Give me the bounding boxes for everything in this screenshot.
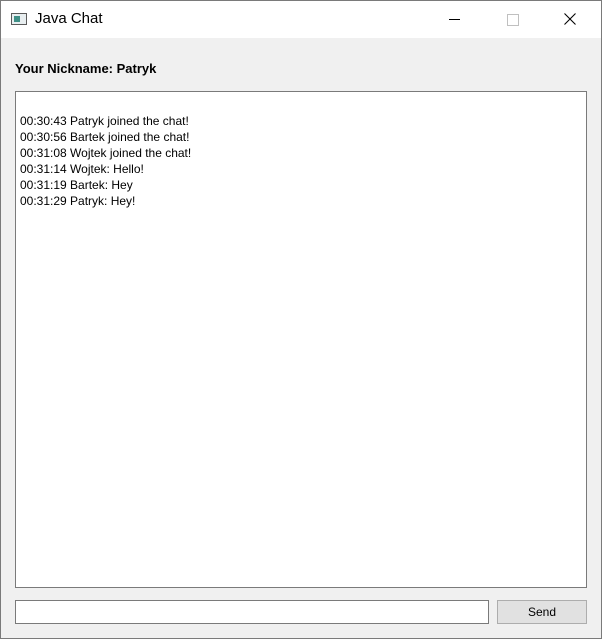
message-input[interactable] [15,600,489,624]
chat-window: Java Chat Your Nickname: Patryk 00:30:43… [0,0,602,639]
close-button[interactable] [547,1,593,38]
chat-log[interactable]: 00:30:43 Patryk joined the chat! 00:30:5… [15,91,587,588]
java-app-icon [11,13,27,25]
minimize-button[interactable] [431,1,477,38]
minimize-icon [449,19,460,20]
send-button[interactable]: Send [497,600,587,624]
close-icon [564,13,576,25]
nickname-label: Your Nickname: Patryk [15,61,157,76]
chat-message: 00:31:29 Patryk: Hey! [20,194,136,208]
chat-message: 00:31:08 Wojtek joined the chat! [20,146,192,160]
window-title: Java Chat [35,10,103,27]
chat-message: 00:30:56 Bartek joined the chat! [20,130,190,144]
chat-message: 00:31:14 Wojtek: Hello! [20,162,144,176]
title-bar[interactable]: Java Chat [1,1,601,38]
chat-message: 00:30:43 Patryk joined the chat! [20,114,189,128]
maximize-button[interactable] [489,1,535,38]
maximize-icon [507,14,519,26]
chat-message: 00:31:19 Bartek: Hey [20,178,133,192]
